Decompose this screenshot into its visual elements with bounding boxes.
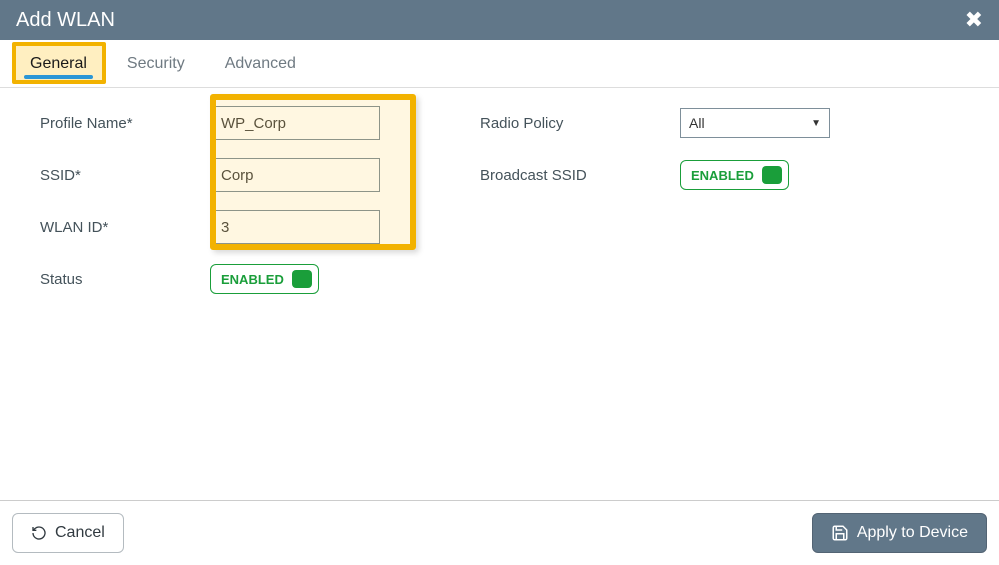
status-label: Status <box>40 271 210 288</box>
broadcast-ssid-toggle[interactable]: ENABLED <box>680 160 789 190</box>
cancel-button[interactable]: Cancel <box>12 513 124 553</box>
ssid-label: SSID* <box>40 167 210 184</box>
wlan-id-input[interactable] <box>210 210 380 244</box>
radio-policy-label: Radio Policy <box>480 115 680 132</box>
broadcast-ssid-toggle-text: ENABLED <box>691 168 754 183</box>
apply-button[interactable]: Apply to Device <box>812 513 987 553</box>
content: Profile Name* SSID* WLAN ID* Status ENAB… <box>0 88 999 332</box>
wlan-id-label: WLAN ID* <box>40 219 210 236</box>
footer: Cancel Apply to Device <box>0 500 999 565</box>
tab-security[interactable]: Security <box>107 45 205 83</box>
status-toggle-text: ENABLED <box>221 272 284 287</box>
save-icon <box>831 524 849 542</box>
undo-icon <box>31 525 47 541</box>
profile-name-input[interactable] <box>210 106 380 140</box>
close-icon[interactable]: ✖ <box>965 7 983 33</box>
radio-policy-select[interactable]: All ▼ <box>680 108 830 138</box>
radio-policy-value: All <box>689 115 705 131</box>
tab-general[interactable]: General <box>10 45 107 83</box>
broadcast-ssid-label: Broadcast SSID <box>480 167 680 184</box>
toggle-knob-icon <box>762 166 782 184</box>
dialog-header: Add WLAN ✖ <box>0 0 999 40</box>
dialog-title: Add WLAN <box>16 9 115 32</box>
tab-advanced[interactable]: Advanced <box>205 45 316 83</box>
profile-name-label: Profile Name* <box>40 115 210 132</box>
cancel-button-label: Cancel <box>55 524 105 542</box>
status-toggle[interactable]: ENABLED <box>210 264 319 294</box>
ssid-input[interactable] <box>210 158 380 192</box>
right-column: Radio Policy All ▼ Broadcast SSID ENABLE… <box>480 106 900 314</box>
toggle-knob-icon <box>292 270 312 288</box>
tabs: General Security Advanced <box>0 40 999 88</box>
left-column: Profile Name* SSID* WLAN ID* Status ENAB… <box>40 106 420 314</box>
apply-button-label: Apply to Device <box>857 524 968 542</box>
chevron-down-icon: ▼ <box>811 118 821 129</box>
